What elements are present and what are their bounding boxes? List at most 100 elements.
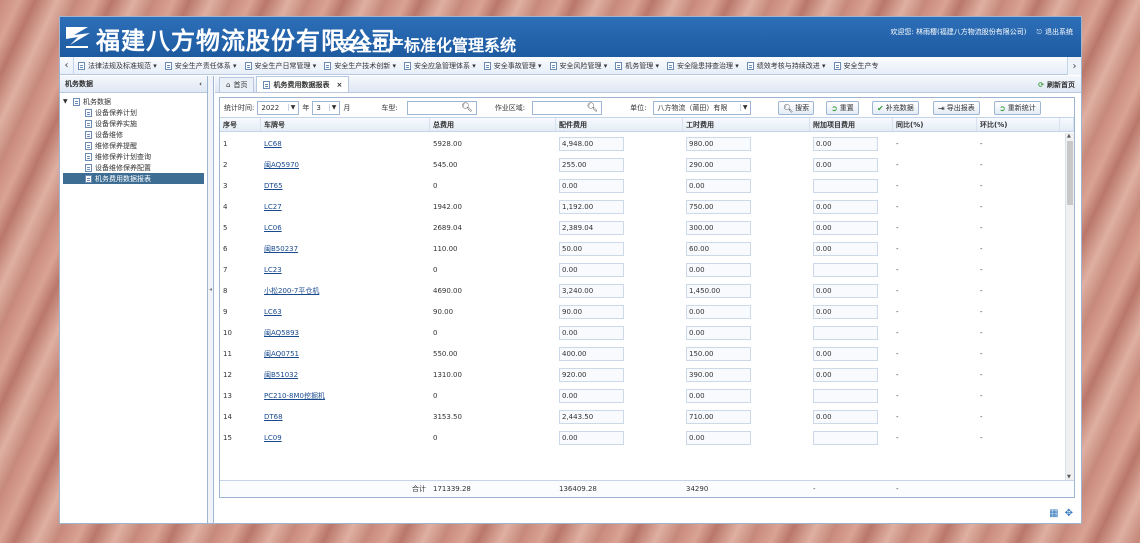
refresh-home-button[interactable]: ⟳ 刷新首页 — [1038, 80, 1075, 90]
reset-icon: ➲ — [831, 103, 838, 113]
plate-link[interactable]: 小松200-7平仓机 — [264, 286, 319, 296]
table-row[interactable]: 7 LC23 0 0.00 0.00 - - — [220, 259, 1074, 280]
table-scrollbar[interactable]: ▲ ▼ — [1065, 133, 1074, 480]
nav-item-10[interactable]: 安全生产专 — [830, 61, 883, 71]
table-row[interactable]: 2 闽AQ5970 545.00 255.00 290.00 0.00 - - — [220, 154, 1074, 175]
nav-item-1[interactable]: 安全生产责任体系 ▾ — [161, 61, 241, 71]
plate-link[interactable]: 闽AQ5970 — [264, 160, 299, 170]
plate-link[interactable]: DT68 — [264, 413, 283, 421]
table-row[interactable]: 9 LC63 90.00 90.00 0.00 0.00 - - — [220, 301, 1074, 322]
recalculate-button[interactable]: ➲ 重新统计 — [994, 101, 1041, 115]
nav-item-0[interactable]: 法律法规及标准规范 ▾ — [74, 61, 161, 71]
yoy-value: - — [896, 181, 899, 190]
row-number: 1 — [223, 139, 228, 148]
sidebar-item-label: 机务费用数据报表 — [95, 174, 151, 183]
plate-link[interactable]: LC68 — [264, 140, 282, 148]
tab-fee-report[interactable]: 机务费用数据报表 × — [256, 76, 350, 92]
table-row[interactable]: 8 小松200-7平仓机 4690.00 3,240.00 1,450.00 0.00 - - — [220, 280, 1074, 301]
table-header: 序号 车牌号 总费用 配件费用 工时费用 附加项目费用 同比(%) 环比(%) — [220, 118, 1074, 132]
footer-yoy: - — [896, 485, 899, 493]
sidebar-item-0[interactable]: 设备保养计划 — [63, 107, 204, 118]
splitter-handle-icon[interactable]: ◂ — [209, 286, 212, 293]
extra-fee: 0.00 — [813, 220, 878, 235]
table-row[interactable]: 5 LC06 2689.04 2,389.04 300.00 0.00 - - — [220, 217, 1074, 238]
nav-item-7[interactable]: 机务管理 ▾ — [611, 61, 663, 71]
table-row[interactable]: 11 闽AQ0751 550.00 400.00 150.00 0.00 - - — [220, 343, 1074, 364]
tab-bar: ⌂ 首页 机务费用数据报表 × ⟳ 刷新首页 — [215, 76, 1081, 93]
scroll-up-icon[interactable]: ▲ — [1067, 133, 1071, 139]
plate-link[interactable]: LC27 — [264, 203, 282, 211]
plate-link[interactable]: LC63 — [264, 308, 282, 316]
nav-item-9[interactable]: 绩效考核与持续改进 ▾ — [743, 61, 830, 71]
plate-link[interactable]: LC23 — [264, 266, 282, 274]
search-button[interactable]: 🔍︎ 搜索 — [778, 101, 815, 115]
plate-link[interactable]: 闽AQ0751 — [264, 349, 299, 359]
table-row[interactable]: 14 DT68 3153.50 2,443.50 710.00 0.00 - - — [220, 406, 1074, 427]
tab-home[interactable]: ⌂ 首页 — [219, 77, 255, 92]
plate-link[interactable]: 闽B50237 — [264, 244, 298, 254]
nav-item-6[interactable]: 安全风险管理 ▾ — [546, 61, 612, 71]
unit-select[interactable]: 八方物流（莆田）有限 ▼ — [653, 100, 752, 115]
sidebar-item-4[interactable]: 维修保养计划查询 — [63, 151, 204, 162]
menu-icon — [615, 61, 623, 70]
sidebar-item-6[interactable]: 机务费用数据报表 — [63, 173, 204, 184]
collapse-panel-icon[interactable]: ‹ — [199, 80, 202, 88]
close-tab-icon[interactable]: × — [336, 81, 342, 89]
extra-fee: 0.00 — [813, 367, 878, 382]
nav-item-4[interactable]: 安全应急管理体系 ▾ — [400, 61, 480, 71]
table-row[interactable]: 12 闽B51032 1310.00 920.00 390.00 0.00 - - — [220, 364, 1074, 385]
plate-link[interactable]: LC09 — [264, 434, 282, 442]
table-row[interactable]: 3 DT65 0 0.00 0.00 - - — [220, 175, 1074, 196]
nav-scroll-left-button[interactable]: ‹ — [60, 56, 74, 75]
mom-value: - — [980, 412, 983, 421]
month-select[interactable]: 3 ▼ — [312, 100, 341, 115]
panel-splitter[interactable]: ◂ — [208, 76, 214, 523]
table-row[interactable]: 10 闽AQ5893 0 0.00 0.00 - - — [220, 322, 1074, 343]
sidebar-item-label: 设备保养计划 — [95, 108, 137, 117]
work-area-input[interactable]: 🔍︎ — [532, 100, 603, 115]
column-header[interactable]: 总费用 — [430, 118, 556, 131]
table-row[interactable]: 6 闽B50237 110.00 50.00 60.00 0.00 - - — [220, 238, 1074, 259]
left-panel-header: 机务数据 ‹ — [60, 76, 207, 93]
extra-fee: 0.00 — [813, 283, 878, 298]
search-icon[interactable]: 🔍︎ — [461, 103, 472, 113]
column-header[interactable]: 环比(%) — [977, 118, 1060, 131]
column-header[interactable]: 工时费用 — [683, 118, 810, 131]
column-header[interactable]: 配件费用 — [556, 118, 683, 131]
nav-item-3[interactable]: 安全生产技术创新 ▾ — [320, 61, 400, 71]
table-row[interactable]: 13 PC210-8M0挖掘机 0 0.00 0.00 - - — [220, 385, 1074, 406]
nav-item-8[interactable]: 安全隐患排查治理 ▾ — [663, 61, 743, 71]
plate-link[interactable]: 闽AQ5893 — [264, 328, 299, 338]
table-row[interactable]: 15 LC09 0 0.00 0.00 - - — [220, 427, 1074, 448]
scrollbar-thumb[interactable] — [1067, 141, 1073, 205]
plate-link[interactable]: PC210-8M0挖掘机 — [264, 391, 325, 401]
vehicle-type-input[interactable]: 🔍︎ — [406, 100, 477, 115]
sidebar-item-1[interactable]: 设备保养实施 — [63, 118, 204, 129]
export-report-button[interactable]: ⇥ 导出报表 — [933, 101, 980, 115]
table-row[interactable]: 4 LC27 1942.00 1,192.00 750.00 0.00 - - — [220, 196, 1074, 217]
sidebar-item-3[interactable]: 维修保养提醒 — [63, 140, 204, 151]
tree-root[interactable]: ▼ 机务数据 — [63, 96, 204, 107]
supplement-data-button[interactable]: ✔ 补充数据 — [872, 101, 919, 115]
column-header[interactable]: 同比(%) — [893, 118, 977, 131]
logout-button[interactable]: ⎋ 退出系统 — [1036, 27, 1073, 37]
column-header[interactable]: 附加项目费用 — [810, 118, 893, 131]
nav-item-2[interactable]: 安全生产日常管理 ▾ — [241, 61, 321, 71]
year-select[interactable]: 2022 ▼ — [257, 100, 300, 115]
reset-button[interactable]: ➲ 重置 — [826, 101, 859, 115]
grid-icon[interactable]: ▦ — [1049, 508, 1058, 519]
footer-total: 171339.28 — [433, 485, 471, 493]
column-header[interactable]: 序号 — [220, 118, 261, 131]
nav-item-5[interactable]: 安全事故管理 ▾ — [480, 61, 546, 71]
extra-fee — [813, 262, 878, 277]
nav-scroll-right-button[interactable]: › — [1067, 57, 1081, 75]
plate-link[interactable]: LC06 — [264, 224, 282, 232]
table-row[interactable]: 1 LC68 5928.00 4,948.00 980.00 0.00 - - — [220, 133, 1074, 154]
move-icon[interactable]: ✥ — [1065, 508, 1073, 519]
search-icon[interactable]: 🔍︎ — [587, 103, 598, 113]
sidebar-item-5[interactable]: 设备维修保养配置 — [63, 162, 204, 173]
plate-link[interactable]: DT65 — [264, 182, 283, 190]
plate-link[interactable]: 闽B51032 — [264, 370, 298, 380]
sidebar-item-2[interactable]: 设备维修 — [63, 129, 204, 140]
column-header[interactable]: 车牌号 — [261, 118, 430, 131]
